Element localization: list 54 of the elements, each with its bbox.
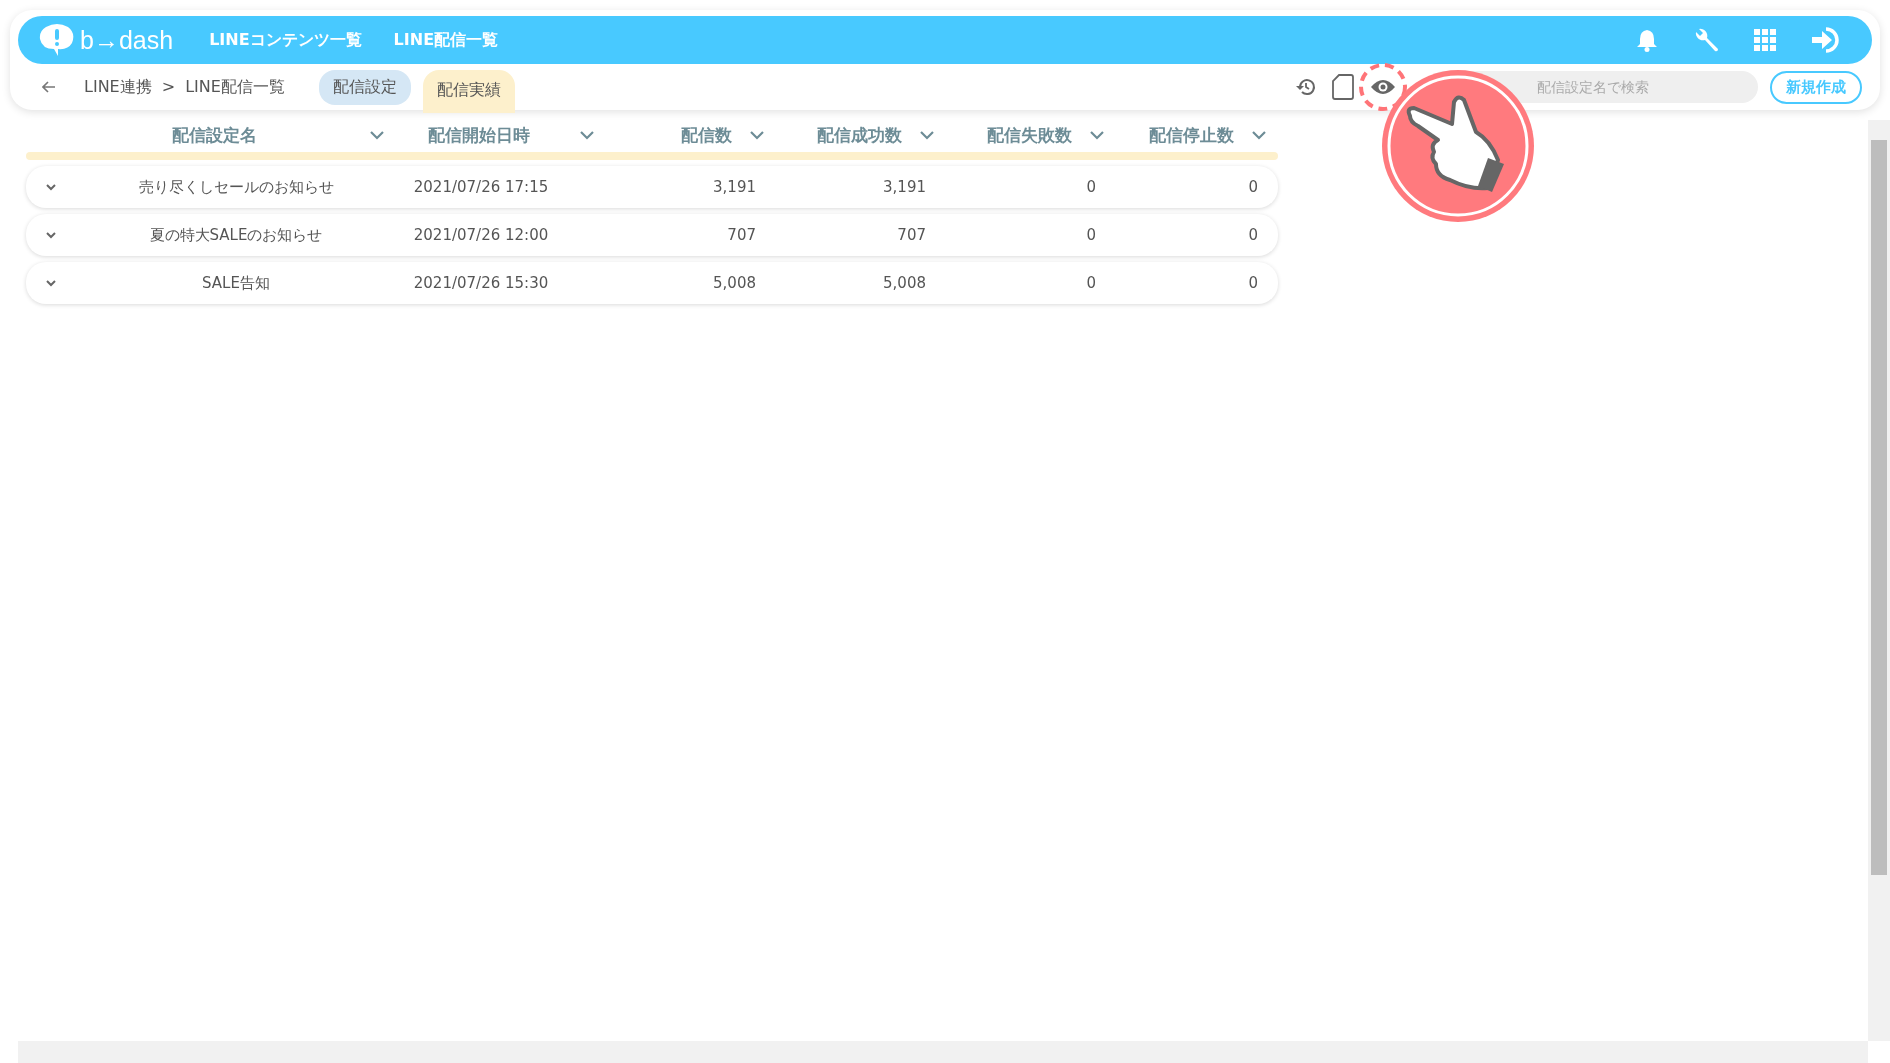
column-header[interactable]: 配信失敗数 xyxy=(987,123,1072,147)
breadcrumb-item: LINE配信一覧 xyxy=(185,76,285,98)
table-cell: 0 xyxy=(1248,274,1258,292)
table-cell: 3,191 xyxy=(883,178,926,196)
table-row[interactable]: 売り尽くしセールのお知らせ 2021/07/26 17:15 3,191 3,191 0 0 xyxy=(26,166,1278,208)
breadcrumb-item: > xyxy=(161,76,176,98)
nav-link[interactable]: LINEコンテンツ一覧 xyxy=(209,29,362,51)
nav-link[interactable]: LINE配信一覧 xyxy=(393,29,499,51)
vertical-scrollbar[interactable] xyxy=(1868,120,1890,1041)
history-icon[interactable] xyxy=(1296,77,1316,97)
chevron-down-icon[interactable] xyxy=(920,130,934,140)
back-arrow-icon[interactable] xyxy=(42,81,56,93)
expand-chevron-icon[interactable] xyxy=(46,231,56,239)
highlight-ring xyxy=(1358,62,1408,112)
create-button[interactable]: 新規作成 xyxy=(1770,70,1862,104)
table-cell: 0 xyxy=(1086,178,1096,196)
column-header[interactable]: 配信開始日時 xyxy=(396,123,562,147)
grid-icon[interactable] xyxy=(1754,29,1776,51)
column-header[interactable]: 配信数 xyxy=(681,123,732,147)
chevron-down-icon[interactable] xyxy=(1252,130,1266,140)
expand-chevron-icon[interactable] xyxy=(46,279,56,287)
table-cell: 0 xyxy=(1086,274,1096,292)
table-cell: 0 xyxy=(1248,178,1258,196)
document-icon[interactable] xyxy=(1332,74,1354,100)
table-cell: 0 xyxy=(1248,226,1258,244)
table-cell: 2021/07/26 15:30 xyxy=(413,274,549,292)
table-cell: 5,008 xyxy=(883,274,926,292)
table-cell: 夏の特大SALEのお知らせ xyxy=(149,225,323,244)
chevron-down-icon[interactable] xyxy=(580,130,594,140)
table-cell: 2021/07/26 17:15 xyxy=(413,178,549,196)
table-cell: SALE告知 xyxy=(202,273,270,292)
table-row[interactable]: 夏の特大SALEのお知らせ 2021/07/26 12:00 707 707 0 0 xyxy=(26,214,1278,256)
bell-icon[interactable] xyxy=(1636,28,1658,52)
eye-icon[interactable] xyxy=(1370,78,1396,96)
tab[interactable]: 配信設定 xyxy=(318,69,411,105)
expand-chevron-icon[interactable] xyxy=(46,183,56,191)
table-cell: 売り尽くしセールのお知らせ xyxy=(138,177,334,196)
chevron-down-icon[interactable] xyxy=(750,130,764,140)
table-cell: 5,008 xyxy=(713,274,756,292)
table-cell: 0 xyxy=(1086,226,1096,244)
chevron-down-icon[interactable] xyxy=(370,130,384,140)
logo-text: b→dash xyxy=(80,25,174,55)
column-header[interactable]: 配信設定名 xyxy=(76,123,352,147)
breadcrumb-item[interactable]: LINE連携 xyxy=(84,76,152,98)
speech-bubble-icon xyxy=(38,23,76,57)
table-cell: 707 xyxy=(897,226,926,244)
column-header[interactable]: 配信停止数 xyxy=(1149,123,1234,147)
tab[interactable]: 配信実績 xyxy=(422,69,515,113)
chevron-down-icon[interactable] xyxy=(1090,130,1104,140)
table-cell: 3,191 xyxy=(713,178,756,196)
table-cell: 2021/07/26 12:00 xyxy=(413,226,549,244)
table-row[interactable]: SALE告知 2021/07/26 15:30 5,008 5,008 0 0 xyxy=(26,262,1278,304)
column-header[interactable]: 配信成功数 xyxy=(817,123,902,147)
table-cell: 707 xyxy=(727,226,756,244)
